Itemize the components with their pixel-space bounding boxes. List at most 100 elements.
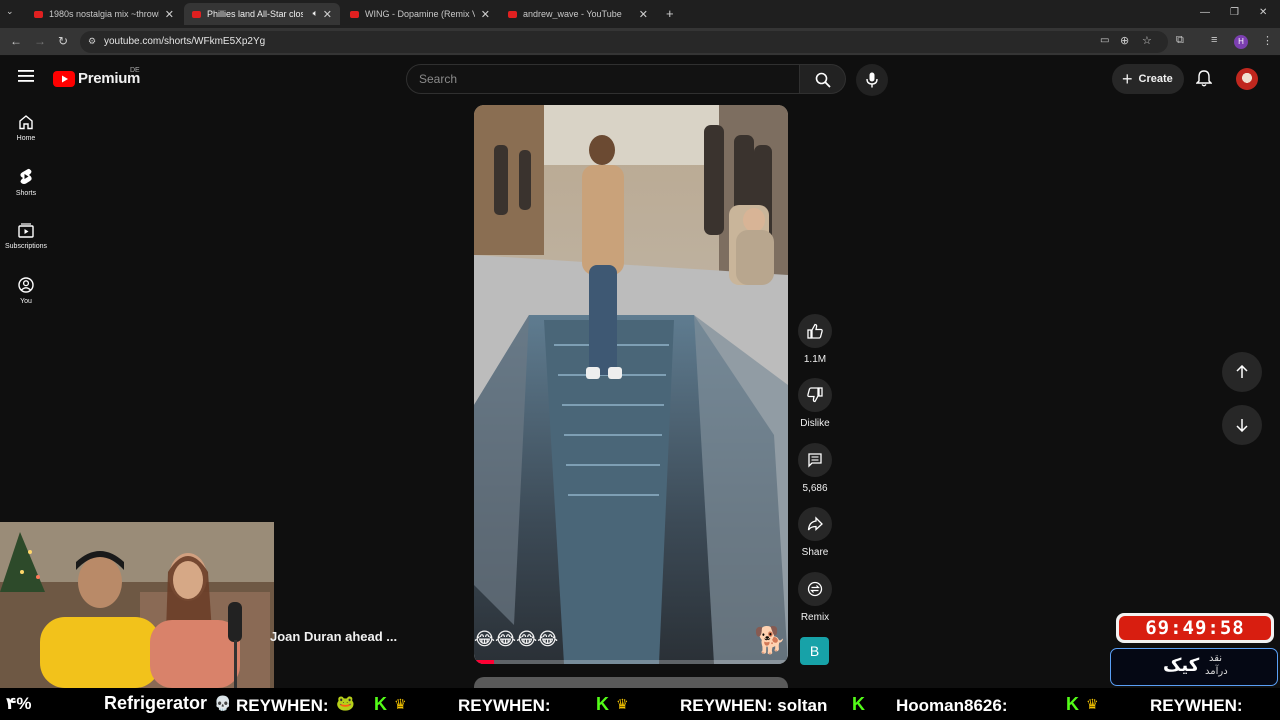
- profile-avatar[interactable]: H: [1234, 35, 1248, 49]
- youtube-logo[interactable]: Premium: [53, 70, 140, 87]
- region-code: DE: [130, 67, 140, 74]
- browser-tab-1[interactable]: 1980s nostalgia mix ~throwbac ✕: [26, 3, 182, 25]
- search-button[interactable]: [800, 64, 846, 94]
- restore-icon[interactable]: ❐: [1230, 7, 1239, 18]
- kick-box-line1: نقد: [1209, 653, 1223, 664]
- chat-ticker: ۴% Refrigerator 💀 REYWHEN: 🐸 K ♛ REYWHEN…: [0, 688, 1280, 720]
- kick-income-box: کیک نقد درآمد: [1110, 648, 1278, 686]
- video-emoji-overlay: 😂😂😂😂: [474, 629, 559, 649]
- youtube-favicon-icon: [34, 10, 43, 18]
- previous-short-button[interactable]: [1222, 352, 1262, 392]
- crown-icon: ♛: [1086, 696, 1099, 712]
- sidebar-item-label: Home: [16, 135, 36, 142]
- kick-logo-icon: K: [374, 694, 387, 714]
- channel-avatar[interactable]: B: [800, 637, 829, 665]
- share-icon: [807, 516, 823, 531]
- browser-tab-2[interactable]: Phillies land All-Star closer 🔈︎ ✕: [184, 3, 340, 25]
- close-icon[interactable]: ✕: [165, 8, 174, 21]
- close-icon[interactable]: ✕: [639, 8, 648, 21]
- crown-icon: ♛: [616, 696, 629, 712]
- sidebar-item-label: You: [20, 298, 32, 305]
- tab-title: 1980s nostalgia mix ~throwbac: [49, 9, 159, 19]
- sidebar-item-label: Shorts: [15, 190, 37, 197]
- shorts-icon: [20, 168, 32, 184]
- subscriptions-icon: [18, 223, 34, 238]
- browser-toolbar: ← → ↻ ⚙ youtube.com/shorts/WFkmE5Xp2Yg ▭…: [0, 28, 1280, 56]
- arrow-down-icon: [1236, 419, 1248, 432]
- url-text[interactable]: youtube.com/shorts/WFkmE5Xp2Yg: [104, 36, 265, 47]
- like-count: 1.1M: [803, 354, 827, 365]
- cast-icon[interactable]: ▭: [1100, 35, 1109, 46]
- tab-title: andrew_wave - YouTube: [523, 9, 622, 19]
- arrow-up-icon: [1236, 365, 1248, 378]
- kick-logo-icon: K: [852, 694, 865, 714]
- forward-arrow-icon[interactable]: →: [34, 34, 46, 48]
- browser-tab-3[interactable]: WING - Dopamine (Remix VER. ✕: [342, 3, 498, 25]
- close-icon[interactable]: ✕: [323, 8, 332, 21]
- sidebar-item-label: Subscriptions: [4, 243, 48, 250]
- create-label: Create: [1138, 73, 1173, 85]
- speaker-icon[interactable]: 🔈︎: [313, 8, 318, 19]
- you-icon: [18, 277, 34, 293]
- video-frame-image: [474, 105, 788, 664]
- hamburger-menu-icon[interactable]: [18, 69, 34, 88]
- thumbs-down-icon: [807, 387, 823, 403]
- window-close-icon[interactable]: ✕: [1259, 7, 1267, 18]
- share-label: Share: [801, 547, 829, 558]
- dislike-button[interactable]: Dislike: [798, 378, 832, 429]
- browser-tab-4[interactable]: andrew_wave - YouTube ✕: [500, 3, 656, 25]
- account-avatar[interactable]: [1236, 68, 1258, 90]
- sidebar-item-subscriptions[interactable]: Subscriptions: [0, 222, 52, 250]
- address-bar[interactable]: ⚙ youtube.com/shorts/WFkmE5Xp2Yg ▭ ⊕ ☆: [80, 31, 1168, 53]
- video-progress-bar[interactable]: [474, 660, 788, 664]
- bookmark-star-icon[interactable]: ☆: [1142, 34, 1152, 47]
- back-arrow-icon[interactable]: ←: [10, 34, 22, 48]
- search-input[interactable]: Search: [406, 64, 800, 94]
- ticker-user: Hooman8626:: [896, 696, 1008, 715]
- voice-search-button[interactable]: [856, 64, 888, 96]
- comments-button[interactable]: 5,686: [798, 443, 832, 494]
- remix-button[interactable]: Remix: [798, 572, 832, 623]
- browser-menu-icon[interactable]: ⋮: [1262, 34, 1273, 47]
- site-info-icon[interactable]: ⚙: [88, 36, 96, 47]
- webcam-overlay: [0, 522, 274, 688]
- close-icon[interactable]: ✕: [481, 8, 490, 21]
- youtube-favicon-icon: [508, 10, 517, 18]
- sidebar-item-home[interactable]: Home: [0, 114, 52, 142]
- share-button[interactable]: Share: [798, 507, 832, 558]
- kick-logo-icon: K: [1066, 694, 1079, 714]
- thumbs-up-icon: [807, 323, 823, 339]
- search-placeholder: Search: [419, 72, 458, 86]
- new-tab-plus-icon[interactable]: +: [666, 6, 674, 21]
- create-button[interactable]: + Create: [1112, 64, 1184, 94]
- like-button[interactable]: 1.1M: [798, 314, 832, 365]
- ticker-user: REYWHEN:: [1150, 696, 1243, 715]
- webcam-image: [0, 522, 274, 688]
- ticker-badge-icon: 🐸: [336, 695, 355, 712]
- microphone-icon: [866, 72, 878, 88]
- doge-sticker-icon: 🐕: [754, 625, 787, 655]
- media-controls-icon[interactable]: ≡: [1211, 34, 1217, 46]
- zoom-icon[interactable]: ⊕: [1120, 34, 1129, 47]
- home-icon: [19, 115, 33, 130]
- video-progress-fill: [474, 660, 494, 664]
- tab-title: Phillies land All-Star closer: [207, 9, 303, 19]
- sidebar-item-you[interactable]: You: [0, 277, 52, 305]
- youtube-favicon-icon: [192, 10, 201, 18]
- kick-box-main: کیک: [1163, 655, 1200, 675]
- reload-icon[interactable]: ↻: [58, 34, 68, 48]
- timer-value: 69:49:58: [1119, 616, 1271, 640]
- remix-icon: [807, 581, 823, 597]
- sidebar-item-shorts[interactable]: Shorts: [0, 168, 52, 197]
- search-icon: [815, 72, 831, 88]
- ticker-user: REYWHEN:: [236, 696, 329, 715]
- short-video-player[interactable]: 😂😂😂😂 🐕: [474, 105, 788, 664]
- tab-search-icon[interactable]: ⌄: [6, 6, 14, 17]
- browser-tab-bar: ⌄ 1980s nostalgia mix ~throwbac ✕ Philli…: [0, 0, 1280, 28]
- remix-label: Remix: [800, 612, 830, 623]
- next-short-button[interactable]: [1222, 405, 1262, 445]
- minimize-icon[interactable]: —: [1200, 7, 1210, 18]
- notifications-bell-icon[interactable]: [1195, 70, 1213, 92]
- ticker-left-text: ۴%: [6, 694, 32, 713]
- extensions-icon[interactable]: ⧉: [1176, 34, 1184, 47]
